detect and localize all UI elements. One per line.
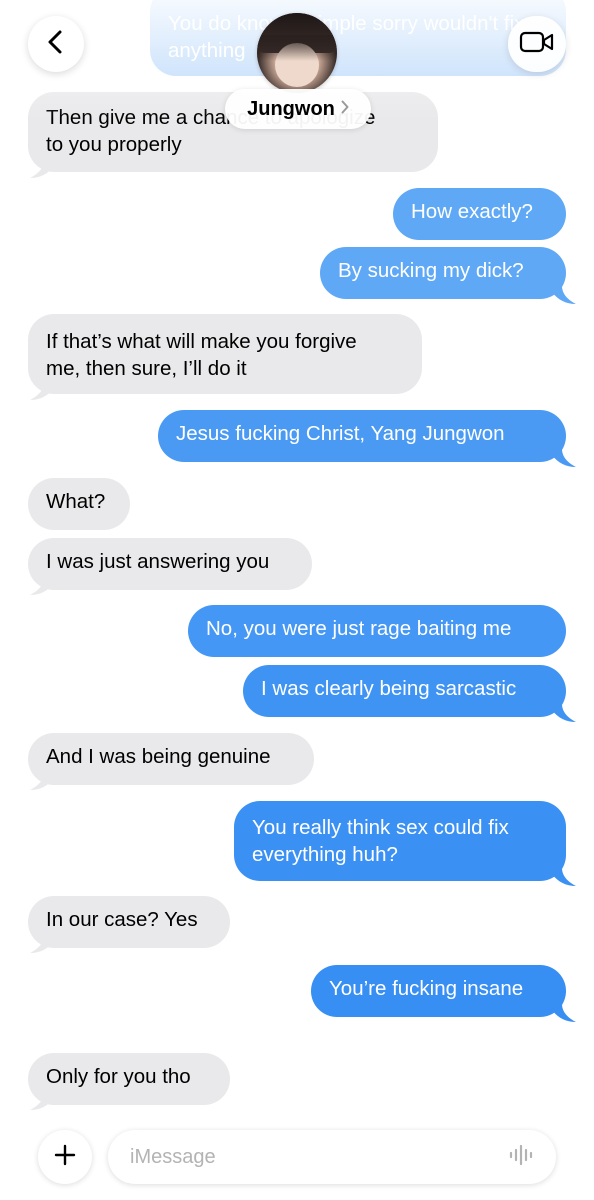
message-bubble-outgoing[interactable]: How exactly? — [393, 188, 566, 240]
message-bubble-outgoing[interactable]: You’re fucking insane — [311, 965, 566, 1017]
chevron-right-icon — [341, 100, 349, 119]
bubble-tail — [552, 1004, 576, 1022]
message-bubble-incoming[interactable]: What? — [28, 478, 130, 530]
bubble-tail — [552, 286, 576, 304]
contact-name: Jungwon — [247, 97, 335, 120]
plus-icon — [53, 1143, 77, 1172]
video-camera-icon — [519, 30, 555, 59]
chevron-left-icon — [45, 29, 67, 60]
contact-name-pill[interactable]: Jungwon — [225, 89, 371, 129]
bubble-tail — [30, 772, 54, 790]
message-bubble-outgoing[interactable]: You do know a simple sorry wouldn't fix … — [150, 0, 566, 76]
message-bubble-incoming[interactable]: And I was being genuine — [28, 733, 314, 785]
message-bubble-incoming[interactable]: If that’s what will make you forgive me,… — [28, 314, 422, 394]
bubble-tail — [30, 935, 54, 953]
message-bubble-outgoing[interactable]: By sucking my dick? — [320, 247, 566, 299]
message-input[interactable]: iMessage — [108, 1130, 556, 1184]
message-bubble-outgoing[interactable]: No, you were just rage baiting me — [188, 605, 566, 657]
facetime-video-button[interactable] — [508, 16, 566, 72]
bubble-tail — [30, 382, 54, 400]
contact-avatar[interactable] — [257, 13, 337, 93]
message-bubble-outgoing[interactable]: You really think sex could fix everythin… — [234, 801, 566, 881]
message-thread: You do know a simple sorry wouldn't fix … — [0, 0, 594, 1200]
message-bubble-outgoing[interactable]: I was clearly being sarcastic — [243, 665, 566, 717]
waveform-icon[interactable] — [508, 1144, 534, 1171]
bubble-tail — [552, 704, 576, 722]
back-button[interactable] — [28, 16, 84, 72]
bubble-tail — [30, 160, 54, 178]
bubble-tail — [30, 1092, 54, 1110]
apps-plus-button[interactable] — [38, 1130, 92, 1184]
message-bubble-outgoing[interactable]: Jesus fucking Christ, Yang Jungwon — [158, 410, 566, 462]
message-bubble-incoming[interactable]: In our case? Yes — [28, 896, 230, 948]
message-bubble-incoming[interactable]: Only for you tho — [28, 1053, 230, 1105]
message-input-placeholder: iMessage — [130, 1145, 216, 1168]
bubble-tail — [30, 577, 54, 595]
bubble-tail — [552, 868, 576, 886]
message-bubble-incoming[interactable]: I was just answering you — [28, 538, 312, 590]
bubble-tail — [552, 449, 576, 467]
